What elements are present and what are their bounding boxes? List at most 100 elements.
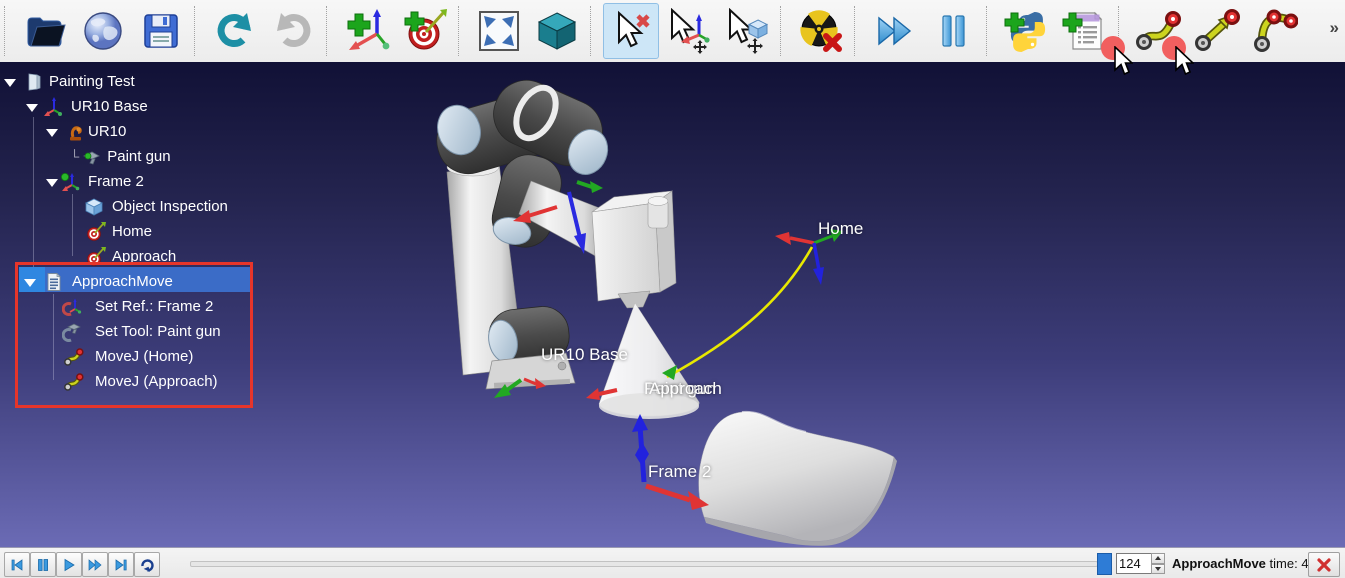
toolbar-grip (194, 6, 199, 56)
move-object-cursor-icon (724, 8, 770, 54)
reference-frame-icon (60, 172, 80, 192)
redo-icon (271, 9, 315, 53)
tree-item-label: UR10 (88, 123, 126, 140)
status-bar: ApproachMove time: 4.4s (0, 547, 1345, 578)
car-panel (699, 412, 897, 546)
toolbar-grip (780, 6, 785, 56)
tree-item-label: UR10 Base (71, 98, 148, 115)
add-python-program-button[interactable] (999, 3, 1055, 59)
play-button[interactable] (56, 552, 82, 577)
robot-icon (66, 122, 86, 142)
save-icon (140, 10, 182, 52)
fit-all-button[interactable] (471, 3, 527, 59)
iso-cube-icon (535, 9, 579, 53)
main-toolbar: » (0, 0, 1345, 63)
spin-up-icon (1155, 556, 1161, 560)
toolbar-grip (4, 6, 9, 56)
select-button[interactable] (603, 3, 659, 59)
redo-button[interactable] (265, 3, 321, 59)
check-collisions-button[interactable] (793, 3, 849, 59)
fit-all-icon (477, 9, 521, 53)
frame-spin-buttons (1151, 553, 1165, 574)
toolbar-grip (986, 6, 991, 56)
add-python-icon (1003, 7, 1051, 55)
viewport-3d[interactable]: UR10 Base Paint gun Approach Home Frame … (0, 62, 1345, 547)
skip-end-button[interactable] (108, 552, 134, 577)
undo-icon (213, 9, 257, 53)
tree-item-ur10[interactable]: UR10 (0, 119, 126, 144)
undo-button[interactable] (207, 3, 263, 59)
close-simulation-button[interactable] (1308, 552, 1340, 577)
spray-cone (599, 303, 699, 419)
expand-arrow-icon[interactable] (4, 79, 16, 87)
open-button[interactable] (17, 3, 73, 59)
frame2-axes (632, 414, 709, 510)
rewind-start-icon (9, 557, 25, 573)
pause-simulation-button[interactable] (925, 3, 981, 59)
rewind-start-button[interactable] (4, 552, 30, 577)
expand-arrow-icon[interactable] (46, 129, 58, 137)
simulation-status-text: ApproachMove time: 4.4s (1172, 556, 1326, 571)
globe-icon (81, 9, 125, 53)
movec-instruction-button[interactable] (1247, 3, 1303, 59)
expand-arrow-icon[interactable] (26, 104, 38, 112)
simulation-slider-track[interactable] (190, 561, 1098, 567)
fast-forward-icon (87, 557, 103, 573)
select-cursor-icon (609, 9, 653, 53)
open-folder-icon (23, 9, 67, 53)
mouse-pointer-icon (1113, 46, 1133, 76)
movec-icon (1252, 8, 1298, 54)
fast-simulation-button[interactable] (867, 3, 923, 59)
tree-item-label: Paint gun (107, 148, 170, 165)
isometric-view-button[interactable] (529, 3, 585, 59)
toolbar-grip (458, 6, 463, 56)
station-tree: Painting Test UR10 Base UR10 └ (0, 62, 330, 547)
add-target-button[interactable] (397, 3, 453, 59)
tree-item-home[interactable]: Home (0, 219, 152, 244)
tree-item-object-inspection[interactable]: Object Inspection (0, 194, 228, 219)
close-icon (1316, 558, 1332, 572)
annotation-red-box (15, 262, 253, 408)
spin-down-icon (1155, 567, 1161, 571)
fast-forward-icon (873, 9, 917, 53)
reference-frame-icon (44, 97, 64, 117)
pause-icon (35, 557, 51, 573)
spin-down-button[interactable] (1151, 564, 1165, 575)
tree-item-paint-gun[interactable]: └ Paint gun (0, 144, 171, 169)
play-icon (61, 557, 77, 573)
frame-spinbox[interactable] (1116, 553, 1155, 574)
loop-icon (139, 557, 155, 573)
app-window: » (0, 0, 1345, 578)
tree-item-label: Frame 2 (88, 173, 144, 190)
tree-item-frame-2[interactable]: Frame 2 (0, 169, 144, 194)
skip-end-icon (113, 557, 129, 573)
movel-instruction-button[interactable] (1189, 3, 1245, 59)
tree-item-label: Object Inspection (112, 198, 228, 215)
pause-icon (931, 9, 975, 53)
station-icon (24, 72, 44, 92)
expand-arrow-icon[interactable] (46, 179, 58, 187)
fast-forward-button[interactable] (82, 552, 108, 577)
tree-branch: └ (70, 149, 79, 164)
simulation-slider-handle[interactable] (1097, 553, 1112, 575)
move-reference-button[interactable] (661, 3, 717, 59)
add-reference-frame-button[interactable] (339, 3, 395, 59)
toolbar-overflow-button[interactable]: » (1330, 18, 1339, 38)
spin-up-button[interactable] (1151, 553, 1165, 564)
move-object-button[interactable] (719, 3, 775, 59)
toolbar-grip (326, 6, 331, 56)
add-frame-icon (344, 8, 390, 54)
movej-path-curve (667, 247, 812, 377)
pause-button[interactable] (30, 552, 56, 577)
move-reference-cursor-icon (666, 8, 712, 54)
tree-item-ur10-base[interactable]: UR10 Base (0, 94, 148, 119)
open-online-library-button[interactable] (75, 3, 131, 59)
toolbar-grip (590, 6, 595, 56)
tree-item-painting-test[interactable]: Painting Test (0, 69, 135, 94)
target-icon (86, 222, 104, 242)
mouse-pointer-icon (1174, 46, 1194, 76)
tree-item-label: Home (112, 223, 152, 240)
program-name: ApproachMove (1172, 556, 1266, 571)
save-button[interactable] (133, 3, 189, 59)
loop-button[interactable] (134, 552, 160, 577)
